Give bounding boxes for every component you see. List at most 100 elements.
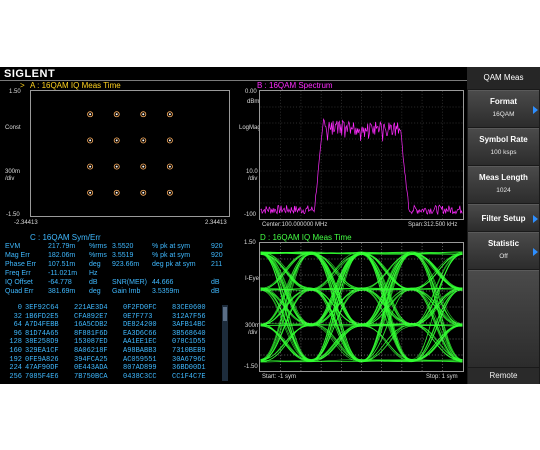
symbol-value: 807AD899 — [123, 364, 157, 373]
meas-cell: dB — [211, 279, 220, 286]
panel-b-title[interactable]: B : 16QAM Spectrum — [257, 81, 333, 90]
symbol-value: 0F2FD0FC — [123, 304, 157, 312]
symbol-index: 0 — [17, 304, 22, 312]
siglent-logo: SIGLENT — [4, 68, 56, 80]
meas-cell: Quad Err — [5, 288, 34, 295]
symbol-value: 3EF92C64 — [25, 304, 59, 312]
menu-item-label: Format — [489, 97, 518, 106]
menu-item-label: Filter Setup — [481, 214, 526, 223]
panel-c-title[interactable]: C : 16QAM Sym/Err — [30, 233, 101, 242]
eye-trace — [260, 253, 463, 362]
symbol-value: 0438C3CC — [123, 372, 157, 381]
panel-d-yref: I-Eye — [245, 276, 260, 282]
symbol-index: 32 — [13, 312, 22, 321]
menu-item-value: Off — [499, 253, 508, 260]
meas-cell: 920 — [211, 252, 223, 259]
eye-trace — [260, 253, 463, 362]
menu-item-value: 100 ksps — [490, 149, 517, 156]
symbol-scrollbar[interactable] — [222, 305, 228, 381]
menu-item-meas-length[interactable]: Meas Length 1024 — [468, 166, 539, 203]
meas-cell: 44.666 — [152, 279, 174, 286]
panel-d-stop: Stop: 1 sym — [426, 374, 458, 380]
symbol-value: A98BABB3 — [123, 347, 157, 355]
constellation-point-center — [115, 113, 118, 116]
symbol-value: 47AF90DF — [25, 364, 59, 373]
meas-cell: 182.06m — [48, 252, 76, 259]
meas-cell: Hz — [89, 270, 98, 277]
constellation-plot — [30, 90, 230, 217]
panel-b-center: Center:100.000000 MHz — [262, 222, 328, 228]
symbol-value: 30A6796C — [172, 355, 206, 364]
meas-cell: SNR(MER) — [112, 279, 147, 286]
meas-cell: IQ Offset — [5, 279, 33, 286]
meas-row: Freq Err -11.021m Hz — [5, 270, 229, 279]
panel-a-ytop: 1.50 — [9, 89, 21, 95]
panel-d-title[interactable]: D : 16QAM IQ Meas Time — [260, 233, 352, 242]
symbol-value: 0E443ADA — [74, 364, 108, 373]
symbol-value: 3AFB14BC — [172, 321, 206, 330]
meas-cell: deg — [89, 288, 101, 295]
meas-row: Quad Err 381.69m deg Gain Imb 3.5359m dB — [5, 288, 229, 297]
meas-cell: 217.79m — [48, 243, 76, 250]
meas-cell: dB — [89, 279, 98, 286]
meas-row: Mag Err 182.06m %rms 3.5519 % pk at sym 920 — [5, 252, 229, 261]
menu-item-label: Meas Length — [479, 173, 528, 182]
meas-cell: 920 — [211, 243, 223, 250]
symbol-table: 0 3EF92C64 221AE3D4 0F2FD0FC 83CE0600 32 1B6FD… — [8, 304, 229, 381]
meas-cell: 3.5519 — [112, 252, 134, 259]
eye-trace — [260, 251, 463, 362]
eye-diagram-plot — [259, 242, 464, 372]
spectrum-plot — [259, 90, 464, 220]
panel-a-xleft: -2.34413 — [14, 220, 38, 226]
panel-d-ybottom: -1.50 — [244, 364, 258, 370]
meas-row: EVM 217.79m %rms 3.5520 % pk at sym 920 — [5, 243, 229, 252]
constellation-point-center — [115, 191, 118, 194]
menu-item-filter-setup[interactable]: Filter Setup — [468, 204, 539, 231]
symbol-value: 7085F4E6 — [25, 372, 59, 381]
menu-item-value: 1024 — [496, 187, 511, 194]
scrollbar-thumb[interactable] — [223, 307, 227, 321]
constellation-point-center — [89, 191, 92, 194]
meas-cell: %rms — [89, 243, 107, 250]
panel-b-scale: LogMag — [239, 125, 261, 131]
symbol-value: CFA892E7 — [74, 312, 108, 321]
symbol-value: CC1F4C7E — [172, 372, 206, 381]
constellation-point-center — [168, 165, 171, 168]
meas-cell: EVM — [5, 243, 21, 250]
meas-cell: 3.5520 — [112, 243, 134, 250]
meas-cell: 381.69m — [48, 288, 76, 295]
symbol-value: 16A5CDB2 — [74, 321, 108, 330]
eye-trace — [260, 252, 463, 363]
constellation-point-center — [142, 139, 145, 142]
symbol-value: 81D74A65 — [25, 329, 59, 338]
panel-a-ymid: 300m — [5, 169, 21, 175]
meas-row: Phase Err 107.51m deg 923.66m deg pk at sym 2… — [5, 261, 229, 270]
panel-a-yref: Const — [5, 125, 21, 131]
menu-title: QAM Meas — [467, 67, 540, 89]
softkey-menu: QAM Meas Format 16QAM Symbol Rate 100 ksps M… — [467, 67, 540, 384]
symbol-index: 160 — [9, 347, 22, 355]
meas-cell: Mag Err — [5, 252, 30, 259]
menu-item-statistic[interactable]: Statistic Off — [468, 232, 539, 269]
meas-cell: dB — [211, 288, 220, 295]
meas-cell: Freq Err — [5, 270, 31, 277]
menu-item-empty — [468, 270, 539, 367]
meas-cell: 3.5359m — [152, 288, 180, 295]
constellation-point-center — [168, 191, 171, 194]
panel-d-start: Start: -1 sym — [262, 374, 297, 380]
panel-b-ybottom: -100 — [244, 212, 257, 218]
meas-cell: % pk at sym — [152, 243, 191, 250]
panel-b-span: Span:312.500 kHz — [408, 222, 458, 228]
meas-cell: Gain Imb — [112, 288, 141, 295]
constellation-point-center — [89, 113, 92, 116]
menu-item-symbol-rate[interactable]: Symbol Rate 100 ksps — [468, 128, 539, 165]
panel-a-title[interactable]: A : 16QAM IQ Meas Time — [30, 81, 121, 90]
symbol-value: A7D4FEBB — [25, 321, 59, 330]
menu-item-format[interactable]: Format 16QAM — [468, 90, 539, 127]
symbol-value: 83CE0600 — [172, 304, 206, 312]
symbol-value: 394FCA25 — [74, 355, 108, 364]
eye-trace — [260, 251, 463, 362]
panel-b-unit: dBm — [247, 99, 260, 105]
menu-item-value: 16QAM — [492, 111, 515, 118]
constellation-point-center — [142, 165, 145, 168]
